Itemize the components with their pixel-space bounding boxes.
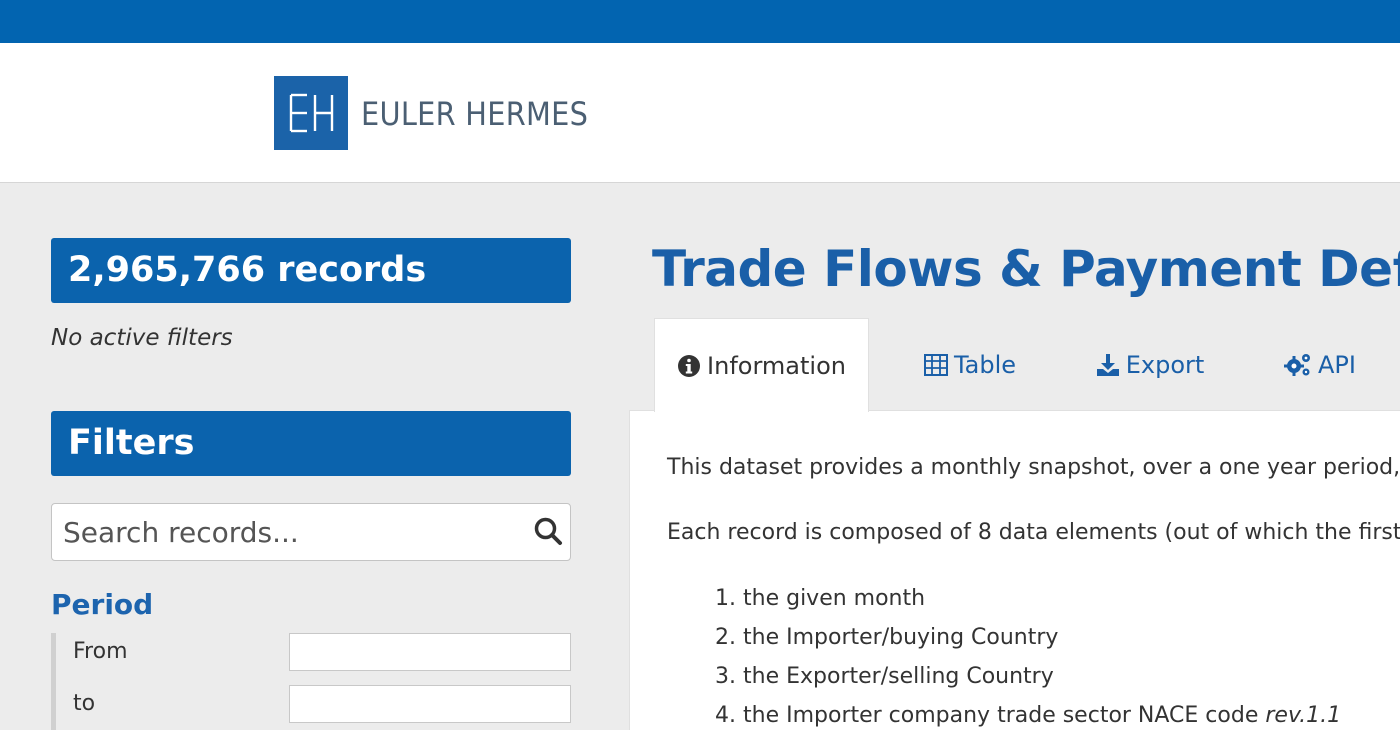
list-item-number: 2. <box>715 625 736 650</box>
list-item: 1. the given month <box>715 586 925 611</box>
list-item-text: the Importer/buying Country <box>743 625 1059 650</box>
list-item-text: the Importer company trade sector NACE c… <box>743 703 1266 728</box>
tab-api[interactable]: API <box>1260 318 1380 411</box>
list-item-text: the Exporter/selling Country <box>743 664 1054 689</box>
list-item-number: 3. <box>715 664 736 689</box>
tab-table[interactable]: Table <box>900 318 1040 411</box>
info-circle-icon <box>678 354 701 377</box>
gears-icon <box>1284 353 1311 376</box>
tab-api-label: API <box>1318 350 1356 379</box>
list-item-number: 4. <box>715 703 736 728</box>
dataset-title: Trade Flows & Payment Defaults 2 <box>652 240 1400 298</box>
list-item-emphasis: rev.1.1 <box>1265 703 1342 728</box>
tab-table-label: Table <box>953 350 1017 379</box>
list-item-number: 1. <box>715 586 736 611</box>
tab-information-label: Information <box>707 351 846 380</box>
list-item-text: the given month <box>743 586 926 611</box>
list-item: 4. the Importer company trade sector NAC… <box>715 703 1341 728</box>
description-paragraph-1: This dataset provides a monthly snapshot… <box>667 455 1400 480</box>
tab-export[interactable]: Export <box>1075 318 1225 411</box>
list-item: 2. the Importer/buying Country <box>715 625 1058 650</box>
main-content: Trade Flows & Payment Defaults 2 Informa… <box>0 0 1400 730</box>
list-item: 3. the Exporter/selling Country <box>715 664 1054 689</box>
tab-information[interactable]: Information <box>654 318 869 412</box>
download-icon <box>1096 353 1119 376</box>
description-paragraph-2: Each record is composed of 8 data elemen… <box>667 520 1400 545</box>
tab-export-label: Export <box>1125 350 1205 379</box>
table-icon <box>923 353 948 376</box>
